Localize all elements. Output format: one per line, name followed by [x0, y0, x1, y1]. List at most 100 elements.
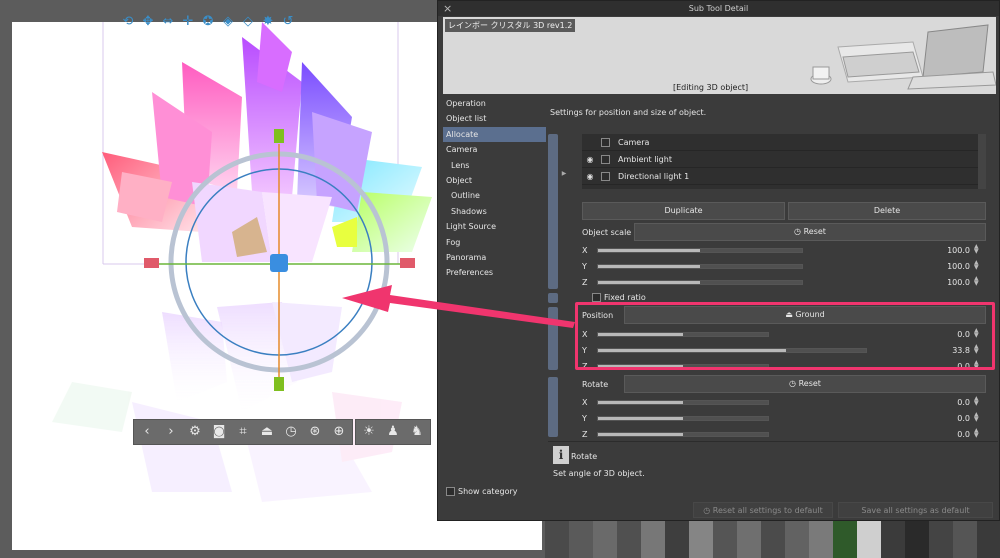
axis-label: X	[582, 246, 588, 255]
rotate-x-value[interactable]: 0.0	[934, 398, 970, 407]
reset-icon: ◷	[703, 506, 713, 515]
layer-checkbox[interactable]	[601, 154, 610, 164]
axis-label: X	[582, 398, 588, 407]
gizmo-y-handle-bottom	[274, 377, 284, 391]
nav-item-object[interactable]: Object	[443, 173, 546, 188]
spin-icon[interactable]: ▲ ▼	[974, 244, 982, 255]
gizmo-y-handle-top	[274, 129, 284, 143]
layer-checkbox[interactable]	[601, 171, 610, 181]
pan-camera-icon[interactable]: ✥	[140, 14, 156, 30]
sub-tool-detail-dialog: × Sub Tool Detail レインボー クリスタル 3D rev1.2 …	[437, 0, 1000, 521]
spin-icon[interactable]: ▲ ▼	[974, 428, 982, 439]
show-category-toggle[interactable]: Show category	[446, 487, 517, 496]
reset-icon[interactable]: ✸	[260, 14, 276, 30]
scale-y-value[interactable]: 100.0	[934, 262, 970, 271]
nav-item-light-source[interactable]: Light Source	[443, 219, 546, 234]
nav-item-object-list[interactable]: Object list	[443, 111, 546, 126]
show-category-checkbox[interactable]	[446, 487, 455, 496]
rotate-y-slider[interactable]	[597, 416, 769, 421]
scale-object-icon[interactable]: ◈	[220, 14, 236, 30]
object-launcher-bottom: ‹ › ⚙ ◙ ⌗ ⏏ ◷ ⊛ ⊕ ☀ ♟ ♞	[133, 419, 433, 445]
nav-item-lens[interactable]: Lens	[443, 158, 546, 173]
rotate-x-slider[interactable]	[597, 400, 769, 405]
rotate-z-slider[interactable]	[597, 432, 769, 437]
scale-reset-button[interactable]: ◷ Reset	[634, 223, 986, 241]
list-scrollbar[interactable]	[978, 134, 986, 189]
rotate-z-value[interactable]: 0.0	[934, 430, 970, 439]
gizmo-center-handle	[270, 254, 288, 272]
prev-icon[interactable]: ‹	[138, 423, 156, 441]
editing-status: [Editing 3D object]	[673, 83, 749, 92]
fixed-ratio-checkbox[interactable]	[592, 293, 601, 302]
layer-checkbox[interactable]	[601, 137, 610, 147]
reset-icon: ◷	[794, 227, 804, 236]
rotate-reset-button[interactable]: ◷ Reset	[624, 375, 986, 393]
rotate-y-value[interactable]: 0.0	[934, 414, 970, 423]
layer-row[interactable]: ◉ Directional light 1	[582, 168, 986, 185]
nav-item-operation[interactable]: Operation	[443, 96, 546, 111]
eye-icon[interactable]: ◉	[582, 172, 598, 181]
scale-x-slider[interactable]	[597, 248, 803, 253]
lock-icon[interactable]: ⊛	[306, 423, 324, 441]
scale-x-value[interactable]: 100.0	[934, 246, 970, 255]
rotate-camera-icon[interactable]: ⟲	[120, 14, 136, 30]
tool-name: レインボー クリスタル 3D rev1.2	[445, 19, 576, 32]
dialog-footer: ◷ Reset all settings to default Save all…	[438, 500, 999, 520]
duplicate-button[interactable]: Duplicate	[582, 202, 785, 220]
undo-icon[interactable]: ↺	[280, 14, 296, 30]
nav-item-fog[interactable]: Fog	[443, 235, 546, 250]
layer-row[interactable]: Camera	[582, 134, 986, 151]
layer-name: Camera	[618, 137, 650, 147]
axis-label: Z	[582, 430, 588, 439]
help-description: Set angle of 3D object.	[553, 469, 645, 478]
nav-item-camera[interactable]: Camera	[443, 142, 546, 157]
expand-arrow-icon[interactable]: ▶	[560, 170, 568, 177]
fixed-ratio-toggle[interactable]: Fixed ratio	[592, 293, 646, 302]
app-window: ⟲ ✥ ⇔ ✛ ✪ ◈ ◇ ✸ ↺ ‹ › ⚙ ◙ ⌗ ⏏ ◷ ⊛ ⊕ ☀ ♟ …	[0, 0, 1000, 558]
dialog-titlebar[interactable]: × Sub Tool Detail	[438, 1, 999, 16]
next-icon[interactable]: ›	[162, 423, 180, 441]
nav-item-preferences[interactable]: Preferences	[443, 265, 546, 280]
info-icon: i	[553, 446, 569, 464]
rotate-object-icon[interactable]: ✪	[200, 14, 216, 30]
delete-button[interactable]: Delete	[788, 202, 986, 220]
light-icon[interactable]: ☀	[360, 423, 378, 441]
gizmo-x-handle-left	[144, 258, 159, 268]
spin-icon[interactable]: ▲ ▼	[974, 412, 982, 423]
axis-label: Y	[582, 414, 587, 423]
nav-item-allocate[interactable]: Allocate	[443, 126, 546, 143]
axis-label: Z	[582, 278, 588, 287]
spin-icon[interactable]: ▲ ▼	[974, 276, 982, 287]
reset-icon: ◷	[789, 379, 799, 388]
ground-icon[interactable]: ⏏	[258, 423, 276, 441]
section-strip-rotate[interactable]	[548, 377, 558, 437]
gizmo-x-handle-right	[400, 258, 415, 268]
save-all-button[interactable]: Save all settings as default	[838, 502, 993, 518]
spin-icon[interactable]: ▲ ▼	[974, 396, 982, 407]
layer-row[interactable]: ◉ Ambient light	[582, 151, 986, 168]
nav-item-shadows[interactable]: Shadows	[443, 204, 546, 219]
layer-name: Directional light 1	[618, 171, 690, 181]
pose-2-icon[interactable]: ♞	[408, 423, 426, 441]
material-icon[interactable]: ⊕	[330, 423, 348, 441]
fit-icon[interactable]: ⌗	[234, 423, 252, 441]
nav-item-panorama[interactable]: Panorama	[443, 250, 546, 265]
eye-icon[interactable]: ◉	[582, 155, 598, 164]
scale-z-slider[interactable]	[597, 280, 803, 285]
wrench-icon[interactable]: ⚙	[186, 423, 204, 441]
axis-label: Y	[582, 262, 587, 271]
move-icon[interactable]: ✛	[180, 14, 196, 30]
crystal-reflection	[52, 302, 402, 502]
zoom-camera-icon[interactable]: ⇔	[160, 14, 176, 30]
spin-icon[interactable]: ▲ ▼	[974, 260, 982, 271]
launcher-group-2: ☀ ♟ ♞	[355, 419, 431, 445]
tilt-object-icon[interactable]: ◇	[240, 14, 256, 30]
dialog-title: Sub Tool Detail	[688, 4, 749, 13]
pose-icon[interactable]: ♟	[384, 423, 402, 441]
scale-y-slider[interactable]	[597, 264, 803, 269]
reset-all-button[interactable]: ◷ Reset all settings to default	[693, 502, 833, 518]
nav-item-outline[interactable]: Outline	[443, 188, 546, 203]
scale-z-value[interactable]: 100.0	[934, 278, 970, 287]
clock-icon[interactable]: ◷	[282, 423, 300, 441]
camera-icon[interactable]: ◙	[210, 423, 228, 441]
